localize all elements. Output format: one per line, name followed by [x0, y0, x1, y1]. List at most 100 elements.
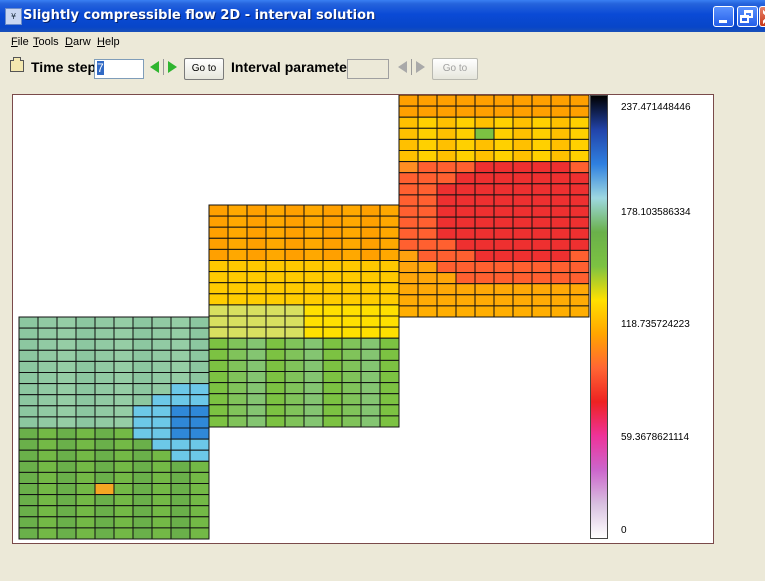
- heatmap-cell: [303, 215, 324, 228]
- heatmap-cell: [284, 359, 305, 372]
- heatmap-cell: [284, 337, 305, 350]
- heatmap-cell: [493, 116, 514, 129]
- menu-tools[interactable]: Tools: [33, 36, 59, 48]
- heatmap-cell: [265, 271, 286, 284]
- heatmap-cell: [379, 348, 400, 361]
- heatmap-cell: [18, 360, 39, 373]
- heatmap-cell: [265, 415, 286, 428]
- heatmap-cell: [208, 282, 229, 295]
- heatmap-cell: [550, 150, 571, 163]
- restore-button[interactable]: [737, 6, 758, 27]
- heatmap-cell: [550, 138, 571, 152]
- menu-file[interactable]: File: [11, 36, 29, 48]
- heatmap-cell: [360, 204, 381, 217]
- time-step-goto-button[interactable]: Go to: [184, 58, 224, 80]
- heatmap-cell: [474, 95, 495, 107]
- heatmap-cell: [436, 105, 457, 118]
- heatmap-cell: [379, 260, 400, 273]
- heatmap-cell: [322, 271, 343, 284]
- heatmap-cell: [436, 150, 457, 163]
- heatmap-cell: [341, 359, 362, 372]
- heatmap-cell: [550, 205, 571, 218]
- heatmap-cell: [208, 271, 229, 284]
- heatmap-cell: [284, 326, 305, 339]
- time-step-input[interactable]: 7: [94, 59, 144, 79]
- menu-darw[interactable]: Darw: [65, 36, 91, 48]
- heatmap-cell: [56, 516, 77, 529]
- heatmap-cell: [56, 427, 77, 440]
- heatmap-cell: [474, 138, 495, 152]
- time-step-prev-button[interactable]: [150, 61, 159, 73]
- heatmap-cell: [493, 138, 514, 152]
- interval-parameter-label: Interval parameter: [231, 59, 353, 75]
- heatmap-cell: [208, 337, 229, 350]
- heatmap-cell: [493, 283, 514, 296]
- heatmap-cell: [189, 516, 210, 529]
- heatmap-cell: [493, 205, 514, 218]
- heatmap-cell: [398, 183, 419, 196]
- heatmap-cell: [322, 237, 343, 250]
- heatmap-cell: [569, 127, 590, 140]
- heatmap-cell: [18, 405, 39, 418]
- heatmap-cell: [493, 150, 514, 163]
- heatmap-cell: [227, 326, 248, 339]
- heatmap-cell: [493, 272, 514, 285]
- heatmap-cell: [417, 205, 438, 218]
- heatmap-cell: [417, 127, 438, 140]
- heatmap-cell: [455, 161, 476, 174]
- heatmap-cell: [265, 282, 286, 295]
- heatmap-cell: [227, 293, 248, 306]
- heatmap-cell: [113, 438, 134, 451]
- heatmap-cell: [170, 349, 191, 362]
- heatmap-cell: [113, 505, 134, 518]
- color-scale-bar: [590, 95, 608, 539]
- heatmap-cell: [512, 183, 533, 196]
- heatmap-cell: [284, 415, 305, 428]
- heatmap-cell: [436, 183, 457, 196]
- heatmap-cell: [531, 138, 552, 152]
- interval-next-button[interactable]: [416, 61, 425, 73]
- heatmap-cell: [360, 337, 381, 350]
- heatmap-cell: [56, 416, 77, 429]
- heatmap-cell: [322, 315, 343, 328]
- heatmap-cell: [75, 327, 96, 340]
- close-button[interactable]: [759, 6, 765, 27]
- heatmap-cell: [569, 249, 590, 262]
- heatmap-cell: [341, 304, 362, 317]
- heatmap-cell: [284, 382, 305, 395]
- heatmap-cell: [512, 261, 533, 274]
- heatmap-cell: [37, 327, 58, 340]
- heatmap-cell: [436, 95, 457, 107]
- heatmap-cell: [37, 505, 58, 518]
- heatmap-cell: [246, 271, 267, 284]
- heatmap-cell: [303, 337, 324, 350]
- interval-goto-button[interactable]: Go to: [432, 58, 478, 80]
- heatmap-cell: [436, 127, 457, 140]
- heatmap-cell: [284, 371, 305, 384]
- heatmap-cell: [94, 372, 115, 385]
- menu-help[interactable]: Help: [97, 36, 120, 48]
- heatmap-cell: [398, 150, 419, 163]
- interval-parameter-input[interactable]: [347, 59, 389, 79]
- interval-prev-button[interactable]: [398, 61, 407, 73]
- heatmap-cell: [417, 183, 438, 196]
- heatmap-cell: [322, 248, 343, 261]
- minimize-button[interactable]: [713, 6, 734, 27]
- heatmap-cell: [322, 415, 343, 428]
- heatmap-cell: [246, 248, 267, 261]
- heatmap-cell: [379, 359, 400, 372]
- heatmap-cell: [398, 227, 419, 240]
- heatmap-cell: [569, 283, 590, 296]
- heatmap-cell: [360, 282, 381, 295]
- open-file-icon[interactable]: [10, 57, 24, 72]
- heatmap-cell: [417, 238, 438, 251]
- heatmap-cell: [417, 272, 438, 285]
- time-step-value: 7: [97, 61, 104, 75]
- heatmap-cell: [132, 438, 153, 451]
- app-icon[interactable]: ¥: [5, 8, 22, 25]
- heatmap-cell: [455, 150, 476, 163]
- time-step-next-button[interactable]: [168, 61, 177, 73]
- window-title: Slightly compressible flow 2D - interval…: [23, 8, 376, 23]
- heatmap-cell: [398, 205, 419, 218]
- heatmap-cell: [265, 404, 286, 417]
